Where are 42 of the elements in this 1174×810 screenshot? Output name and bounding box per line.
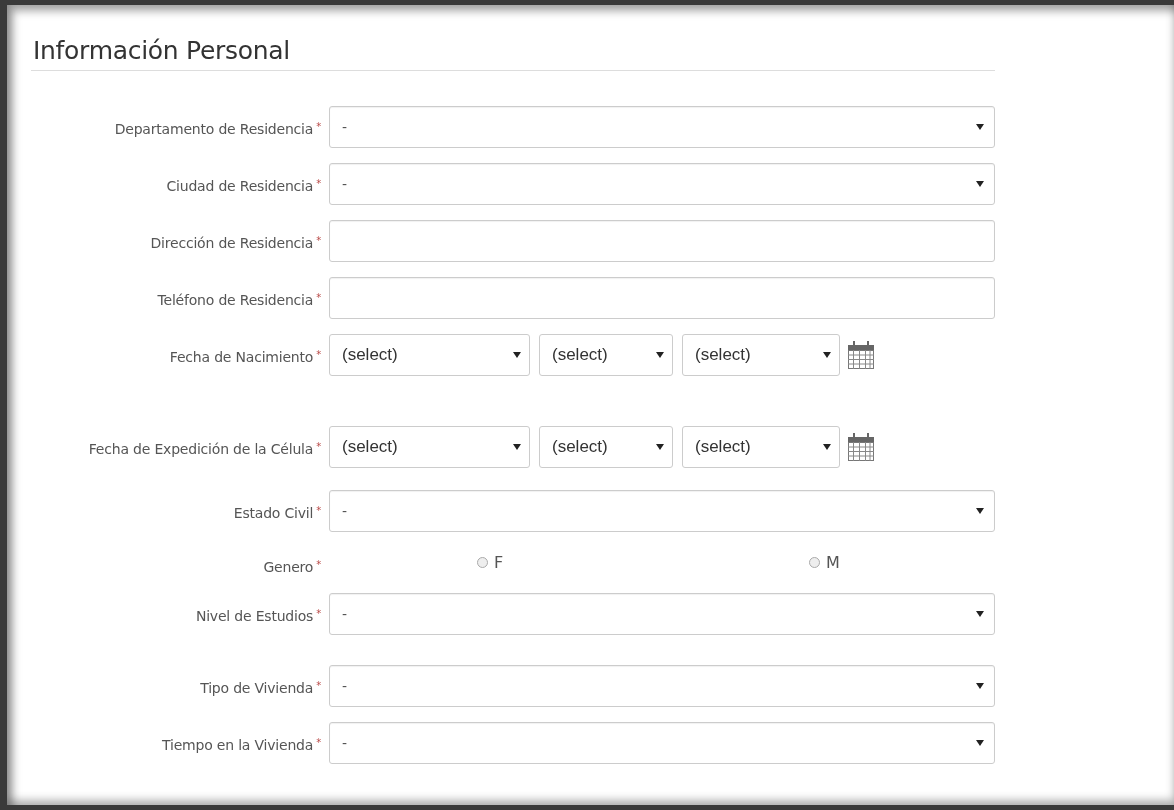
- input-field[interactable]: [329, 277, 995, 319]
- field-label: Ciudad de Residencia $^{*}$: [166, 178, 321, 194]
- caret-icon: [823, 444, 831, 450]
- dropdown[interactable]: -: [329, 593, 995, 635]
- caret-icon: [656, 352, 664, 358]
- caret-icon: [976, 181, 984, 187]
- field-label: Fecha de Nacimiento $^{*}$: [169, 349, 321, 365]
- caret-icon: [976, 124, 984, 130]
- dropdown[interactable]: (select): [329, 426, 530, 468]
- dropdown[interactable]: -: [329, 106, 995, 148]
- caret-icon: [513, 444, 521, 450]
- dropdown[interactable]: (select): [682, 334, 840, 376]
- dropdown[interactable]: (select): [329, 334, 530, 376]
- dropdown[interactable]: -: [329, 490, 995, 532]
- field-label: Teléfono de Residencia $^{*}$: [157, 292, 321, 308]
- dropdown[interactable]: (select): [682, 426, 840, 468]
- calendar-icon[interactable]: [847, 432, 875, 462]
- section-title: Información Personal: [32, 35, 291, 67]
- dropdown[interactable]: -: [329, 722, 995, 764]
- field-label: Estado Civil $^{*}$: [233, 505, 321, 521]
- caret-icon: [656, 444, 664, 450]
- dropdown[interactable]: (select): [539, 426, 673, 468]
- caret-icon: [513, 352, 521, 358]
- input-field[interactable]: [329, 220, 995, 262]
- field-label: Nivel de Estudios $^{*}$: [195, 608, 321, 624]
- caret-icon: [823, 352, 831, 358]
- calendar-icon[interactable]: [847, 340, 875, 370]
- field-label: Genero $^{*}$: [263, 559, 321, 575]
- caret-icon: [976, 611, 984, 617]
- caret-icon: [976, 740, 984, 746]
- field-label: Tiempo en la Vivienda $^{*}$: [162, 737, 321, 753]
- radio-option[interactable]: M: [809, 553, 840, 572]
- radio-option[interactable]: F: [477, 553, 809, 572]
- dropdown[interactable]: -: [329, 163, 995, 205]
- dropdown[interactable]: (select): [539, 334, 673, 376]
- field-label: Tipo de Vivienda $^{*}$: [200, 680, 321, 696]
- dropdown[interactable]: -: [329, 665, 995, 707]
- caret-icon: [976, 508, 984, 514]
- caret-icon: [976, 683, 984, 689]
- field-label: Dirección de Residencia $^{*}$: [150, 235, 321, 251]
- field-label: Fecha de Expedición de la Célula $^{*}$: [88, 441, 321, 457]
- field-label: Departamento de Residencia $^{*}$: [114, 121, 321, 137]
